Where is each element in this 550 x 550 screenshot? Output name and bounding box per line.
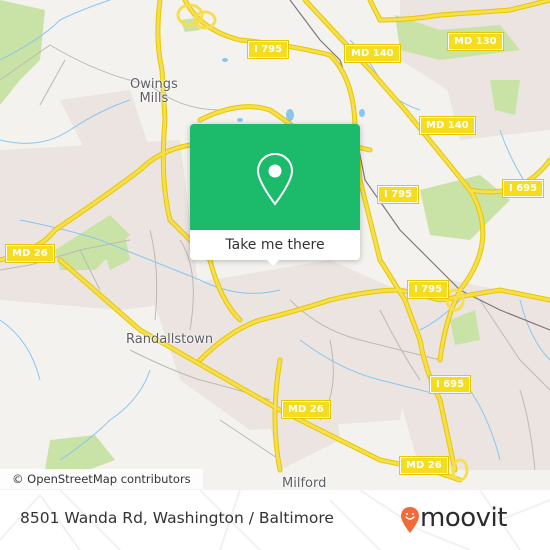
road-shield-i795: I 795 [376, 185, 420, 204]
moovit-wordmark: moovit [420, 503, 507, 533]
road-shield-md140: MD 140 [419, 116, 476, 135]
popup-pointer [265, 258, 281, 266]
place-label-text: Randallstown [126, 332, 214, 347]
map-view[interactable]: Owings Mills Randallstown Milford I 795 … [0, 0, 550, 490]
road-shield-md26: MD 26 [281, 400, 331, 419]
road-shield-md26: MD 26 [399, 456, 449, 475]
location-pin-icon [256, 152, 294, 206]
road-shield-md130: MD 130 [447, 32, 504, 51]
road-shield-md26: MD 26 [5, 244, 55, 263]
place-label-milford: Milford [282, 476, 327, 491]
road-shield-i695: I 695 [501, 179, 545, 198]
road-shield-md140: MD 140 [344, 44, 401, 63]
take-me-there-button[interactable]: Take me there [190, 230, 360, 260]
moovit-logo[interactable]: moovit [400, 500, 510, 540]
popup-header[interactable] [190, 124, 360, 230]
place-label-text: Owings Mills [130, 77, 178, 106]
place-label-randallstown: Randallstown [126, 333, 213, 347]
road-shield-i795: I 795 [406, 280, 450, 299]
osm-attribution[interactable]: © OpenStreetMap contributors [0, 469, 203, 489]
place-label-text: Milford [282, 476, 327, 491]
road-shield-i795: I 795 [246, 40, 290, 59]
moovit-pin-icon [401, 507, 419, 533]
map-card: Owings Mills Randallstown Milford I 795 … [0, 0, 550, 550]
road-shield-i695: I 695 [428, 375, 472, 394]
take-me-there-popup[interactable]: Take me there [190, 124, 360, 266]
place-label-owings-mills: Owings Mills [130, 78, 178, 106]
footer-bar: 8501 Wanda Rd, Washington / Baltimore mo… [0, 490, 550, 550]
address-label: 8501 Wanda Rd, Washington / Baltimore [20, 509, 334, 527]
